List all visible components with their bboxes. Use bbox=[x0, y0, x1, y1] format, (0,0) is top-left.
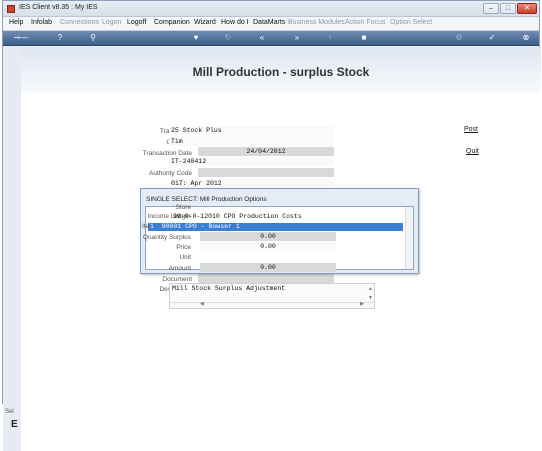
document-label: Document bbox=[162, 276, 192, 283]
heart-icon[interactable]: ♥ bbox=[191, 33, 201, 43]
heading-banner: Mill Production - surplus Stock bbox=[21, 47, 541, 92]
scroll-left-icon[interactable]: ◀ bbox=[200, 301, 204, 307]
option-item-selected[interactable]: 1 90001 CPO - Bowser 1 bbox=[148, 223, 403, 231]
sidebar-letter: E bbox=[11, 419, 18, 430]
document-field[interactable] bbox=[198, 274, 334, 283]
scroll-up-icon[interactable]: ▲ bbox=[368, 286, 373, 292]
menu-connections[interactable]: Connections bbox=[60, 19, 99, 26]
title-bar: IES Client v8.35 : My IES – □ ✕ bbox=[3, 1, 539, 17]
rewind-icon[interactable]: « bbox=[256, 33, 268, 43]
post-link[interactable]: Post bbox=[464, 126, 478, 133]
operator-field[interactable]: Tim bbox=[169, 137, 334, 146]
app-window: IES Client v8.35 : My IES – □ ✕ Help Inf… bbox=[2, 0, 541, 451]
store-label: Store bbox=[175, 204, 191, 211]
search-icon[interactable]: ⚲ bbox=[88, 33, 98, 43]
menu-business-modules[interactable]: Business Modules bbox=[288, 19, 345, 26]
menu-wizard[interactable]: Wizard bbox=[194, 19, 216, 26]
left-sidebar: Sel E bbox=[3, 93, 21, 451]
authority-code-label: Authority Code bbox=[149, 170, 192, 177]
menu-datamarts[interactable]: DataMarts bbox=[253, 19, 285, 26]
window-title: IES Client v8.35 : My IES bbox=[19, 4, 98, 11]
sidebar-text: Sel bbox=[5, 409, 14, 415]
quit-link[interactable]: Quit bbox=[466, 148, 479, 155]
unit-label: Unit bbox=[179, 254, 191, 261]
trans-type-field[interactable]: 25 Stock Plus bbox=[169, 126, 334, 135]
period-field[interactable]: 017: Apr 2012 bbox=[169, 179, 334, 188]
close-window-button[interactable]: ✕ bbox=[517, 3, 537, 14]
close-icon[interactable]: ⊗ bbox=[521, 33, 531, 43]
help-icon[interactable]: ? bbox=[55, 33, 65, 43]
check-icon[interactable]: ✓ bbox=[487, 33, 497, 43]
list-scrollbar[interactable] bbox=[405, 207, 413, 269]
refresh-icon[interactable]: ↻ bbox=[223, 33, 233, 43]
page-title: Mill Production - surplus Stock bbox=[192, 65, 370, 79]
authority-code-field[interactable] bbox=[198, 168, 334, 177]
single-select-dialog: SINGLE SELECT: Mill Production Options S… bbox=[140, 188, 419, 274]
transaction-date-field[interactable]: 24/04/2012 bbox=[198, 147, 334, 156]
menu-logon[interactable]: Logon bbox=[102, 19, 121, 26]
menu-how-do-i[interactable]: How do I bbox=[221, 19, 249, 26]
price-field[interactable]: 0.00 bbox=[200, 242, 336, 251]
settings-icon[interactable]: ⚙ bbox=[454, 33, 464, 43]
quantity-surplus-field[interactable]: 0.00 bbox=[200, 232, 336, 241]
upload-icon[interactable]: ↑ bbox=[325, 33, 335, 43]
menu-infolab[interactable]: Infolab bbox=[31, 19, 52, 26]
price-label: Price bbox=[176, 244, 191, 251]
key-icon[interactable]: ⊸— bbox=[9, 33, 33, 43]
transaction-date-label: Transaction Date bbox=[142, 150, 192, 157]
scroll-down-icon[interactable]: ▼ bbox=[368, 295, 373, 301]
menu-companion[interactable]: Companion bbox=[154, 19, 190, 26]
batch-field[interactable]: IT-240412 bbox=[169, 157, 334, 166]
quantity-surplus-label: Quantity Surplus bbox=[142, 234, 191, 241]
menu-help[interactable]: Help bbox=[9, 19, 23, 26]
options-list: Store Income Ledger 99-0-0-12010 CPO Pro… bbox=[142, 204, 414, 272]
income-ledger-field[interactable]: 99-0-0-12010 CPO Production Costs bbox=[171, 212, 336, 221]
minimize-button[interactable]: – bbox=[483, 3, 499, 14]
description-text: Mill Stock Surplus Adjustment bbox=[172, 285, 286, 292]
fast-forward-icon[interactable]: » bbox=[291, 33, 303, 43]
menu-action-focus[interactable]: Action Focus bbox=[345, 19, 385, 26]
amount-field[interactable]: 0.00 bbox=[200, 263, 336, 272]
app-logo-icon bbox=[7, 5, 15, 13]
amount-label: Amount bbox=[168, 265, 191, 272]
menu-logoff[interactable]: Logoff bbox=[127, 19, 146, 26]
menu-bar: Help Infolab Connections Logon Logoff Co… bbox=[3, 17, 539, 31]
stop-icon[interactable]: ■ bbox=[359, 33, 369, 43]
menu-option-select[interactable]: Option Select bbox=[390, 19, 432, 26]
item-label: Ite bbox=[142, 223, 150, 230]
maximize-button[interactable]: □ bbox=[500, 3, 516, 14]
dialog-title: SINGLE SELECT: Mill Production Options bbox=[146, 196, 267, 203]
scroll-right-icon[interactable]: ▶ bbox=[360, 301, 364, 307]
description-field[interactable]: Mill Stock Surplus Adjustment ▲ ▼ ◀ ▶ bbox=[169, 283, 375, 309]
toolbar: ⊸— ? ⚲ ♥ ↻ « » ↑ ■ ⚙ ✓ ⊗ bbox=[3, 31, 539, 46]
horizontal-scrollbar[interactable]: ◀ ▶ bbox=[170, 301, 374, 308]
